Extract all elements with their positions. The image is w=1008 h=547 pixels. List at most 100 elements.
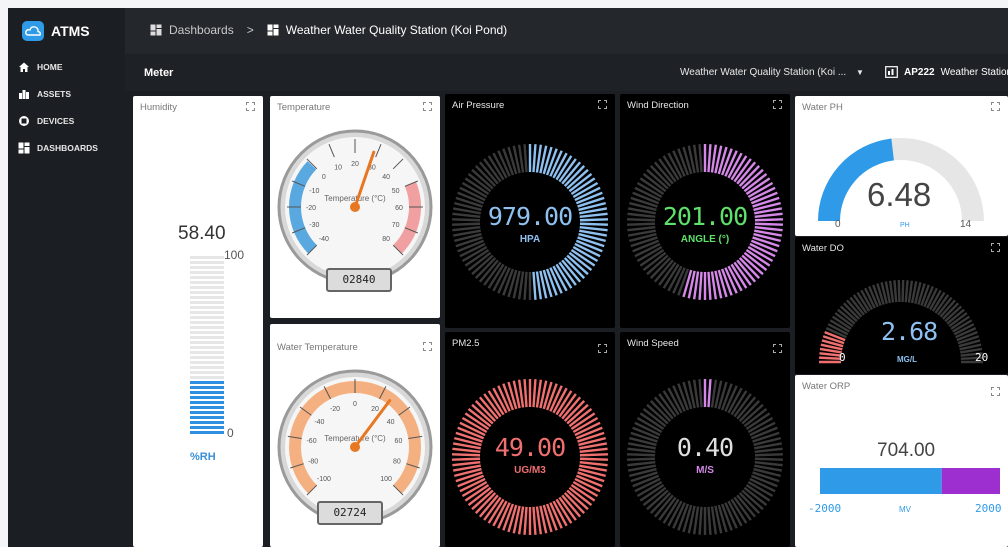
ring-tick: [698, 144, 703, 173]
humidity-bar-segment: [190, 401, 224, 404]
expand-icon[interactable]: [246, 102, 255, 111]
ring-tick: [523, 271, 528, 300]
water-do-max: 20: [975, 351, 989, 364]
dial-tick-label: 40: [382, 174, 390, 181]
humidity-bar-segment: [190, 356, 224, 359]
water-orp-panel: Water ORP 704.00 -2000 MV 2000: [795, 375, 1008, 547]
device-icon: [885, 66, 898, 78]
dial-tick-label: -40: [314, 419, 324, 426]
humidity-bar-segment: [190, 411, 224, 414]
humidity-value: 58.40: [178, 223, 226, 244]
expand-icon[interactable]: [773, 344, 782, 353]
station-select[interactable]: Weather Water Quality Station (Koi ... ▼: [680, 67, 864, 78]
humidity-bar-segment: [190, 376, 224, 379]
sidebar-item-label: DASHBOARDS: [37, 143, 98, 153]
air-pressure-unit: HPA: [519, 234, 541, 245]
ring-tick: [698, 271, 703, 300]
brand[interactable]: ATMS: [22, 21, 90, 41]
ring-tick: [707, 271, 712, 300]
humidity-bar-segment: [190, 321, 224, 324]
panel-title: Wind Direction: [627, 100, 689, 111]
humidity-bar-segment: [190, 306, 224, 309]
water-temperature-odometer: 02724: [317, 501, 383, 525]
sidebar-item-home[interactable]: HOME: [18, 61, 63, 73]
dial-tick-label: 50: [392, 188, 400, 195]
humidity-bar-segment: [190, 286, 224, 289]
temperature-panel: Temperature -40 -30 -20 -10 0 10 20 30 40 50 60 70 8…: [270, 96, 440, 318]
device-name: Weather Station: [940, 66, 1008, 78]
device-indicator[interactable]: AP222 Weather Station: [885, 66, 1008, 78]
humidity-bar-segment: [190, 281, 224, 284]
station-select-value: Weather Water Quality Station (Koi ...: [680, 67, 847, 78]
dial-tick-label: -80: [308, 459, 318, 466]
humidity-min-label: 0: [227, 426, 234, 440]
water-orp-value: 704.00: [877, 440, 936, 461]
humidity-bar-segment: [190, 256, 224, 259]
dial-tick-label: 0: [322, 174, 326, 181]
temperature-odometer: 02840: [326, 268, 392, 292]
section-title: Meter: [144, 67, 174, 79]
app-name: ATMS: [51, 23, 90, 39]
caret-down-icon: ▼: [855, 68, 864, 77]
top-header: Dashboards > Weather Water Quality Stati…: [125, 8, 1008, 54]
ring-tick: [707, 379, 712, 408]
do-arc-tick: [897, 279, 901, 303]
expand-icon[interactable]: [598, 100, 607, 109]
air-pressure-value: 979.00: [487, 202, 573, 231]
humidity-bar-segment: [190, 326, 224, 329]
humidity-bar-segment: [190, 396, 224, 399]
water-do-value: 2.68: [881, 317, 938, 346]
panel-title: PM2.5: [452, 338, 480, 349]
expand-icon[interactable]: [423, 342, 432, 351]
dial-tick-label: 80: [382, 236, 390, 243]
temperature-dial: -40-30-20-10010 20 304050607080Temperature…: [277, 129, 433, 285]
wind-direction-panel: Wind Direction 201.00 ANGLE (°): [620, 94, 790, 328]
water-do-panel: Water DO 2.68 MG/L 0 20: [795, 237, 1008, 374]
dial-tick-label: 70: [392, 222, 400, 229]
expand-icon[interactable]: [773, 100, 782, 109]
orp-bar-fill: [820, 468, 942, 494]
humidity-bar-segment: [190, 406, 224, 409]
humidity-bar-segment: [190, 361, 224, 364]
humidity-bar-segment: [190, 331, 224, 334]
water-orp-bar: [820, 468, 1000, 494]
expand-icon[interactable]: [598, 344, 607, 353]
dial-tick-label: -60: [306, 438, 316, 445]
wind-direction-value: 201.00: [662, 202, 748, 231]
pm25-unit: UG/M3: [514, 465, 546, 476]
ring-tick: [532, 379, 537, 408]
sidebar-item-devices[interactable]: DEVICES: [18, 115, 74, 127]
do-arc-tick: [888, 280, 895, 303]
do-arc-tick: [901, 279, 905, 303]
humidity-bar-segment: [190, 341, 224, 344]
humidity-bar-segment: [190, 381, 224, 384]
dial-tick-label: -20: [306, 205, 316, 212]
dial-label: Temperature (°C): [324, 194, 386, 203]
breadcrumb-separator: >: [246, 23, 254, 37]
ring-tick: [698, 379, 703, 408]
expand-icon[interactable]: [991, 387, 1000, 396]
humidity-bar-segment: [190, 421, 224, 424]
app-frame: ATMS HOME ASSETS DEVICES DASHBOARDS Dash…: [8, 8, 1008, 547]
humidity-bar-segment: [190, 351, 224, 354]
orp-bar-remainder: [941, 468, 1000, 494]
ring-tick: [698, 506, 703, 535]
sidebar-item-label: DEVICES: [37, 116, 75, 126]
expand-icon[interactable]: [423, 102, 432, 111]
humidity-bar-segment: [190, 386, 224, 389]
dial-tick-label: -10: [309, 188, 319, 195]
breadcrumb-root-link[interactable]: Dashboards: [169, 23, 234, 37]
sidebar-item-assets[interactable]: ASSETS: [18, 88, 71, 100]
sidebar-item-dashboards[interactable]: DASHBOARDS: [18, 142, 98, 154]
pm25-panel: PM2.5 49.00 UG/M3: [445, 332, 615, 547]
water-ph-min: 0: [835, 219, 841, 230]
wind-speed-panel: Wind Speed 0.40 M/S: [620, 332, 790, 547]
water-orp-unit: MV: [899, 505, 911, 514]
breadcrumb: Dashboards > Weather Water Quality Stati…: [150, 23, 507, 37]
panel-title: Air Pressure: [452, 100, 505, 111]
humidity-bar-segment: [190, 416, 224, 419]
water-ph-max: 14: [960, 219, 972, 230]
cloud-logo-icon: [22, 21, 44, 41]
humidity-bar-segment: [190, 261, 224, 264]
do-arc-tick: [893, 280, 898, 303]
